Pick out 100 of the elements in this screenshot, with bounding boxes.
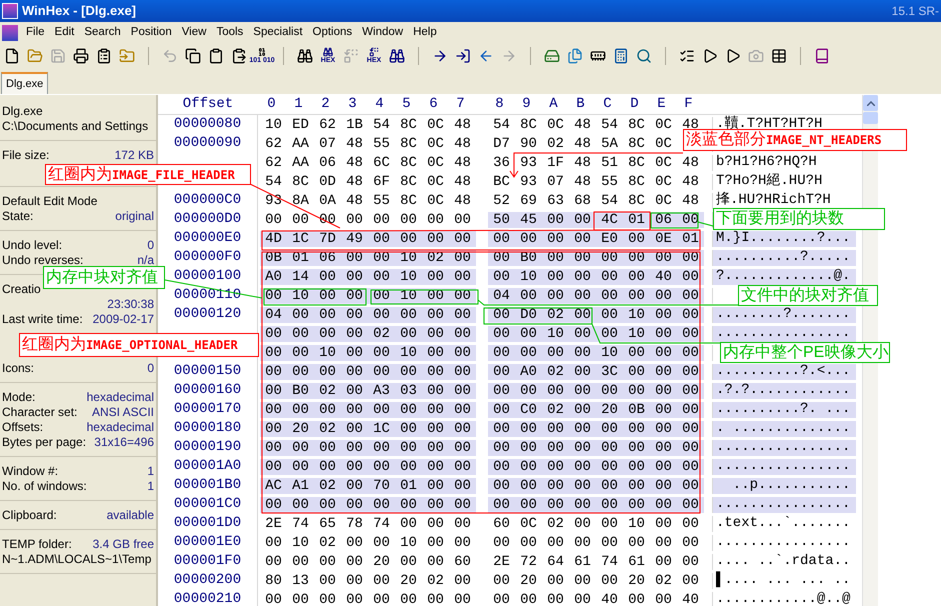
hex-byte: 00 (600, 572, 619, 588)
offset-cell-text: 00000200 (174, 571, 242, 590)
ascii-text: .韇.T?HT?HT?H (716, 114, 822, 132)
hex-byte: 00 (287, 496, 314, 512)
hex-byte: 74 (372, 516, 391, 532)
hex-byte: 61 (627, 554, 646, 570)
ascii-text: ................ (716, 457, 850, 476)
hex-byte: 61 (573, 554, 592, 570)
hex-byte: 00 (515, 496, 542, 512)
menu-item[interactable]: Search (79, 24, 126, 42)
hex-byte: 00 (368, 458, 395, 474)
column-heading: D (629, 95, 640, 114)
hex-byte: 10 (515, 268, 542, 284)
hex-byte: 00 (422, 440, 449, 456)
hex-byte: 48 (453, 192, 472, 208)
hex-byte: 00 (600, 534, 619, 550)
hex-byte: 0E (650, 230, 677, 246)
menu-item[interactable]: Position (126, 24, 177, 42)
menu-item[interactable]: Window (357, 24, 408, 42)
hex-byte: AA (291, 154, 310, 170)
hex-byte: 40 (681, 592, 700, 606)
hex-byte: 00 (515, 344, 542, 360)
scroll-up-button[interactable] (863, 95, 878, 111)
menu-item[interactable]: Tools (211, 24, 248, 42)
menu-item[interactable]: File (21, 24, 50, 42)
hex-byte: 00 (264, 592, 283, 606)
hex-byte: 00 (627, 592, 646, 606)
offset-cell-text: 00000080 (174, 115, 242, 134)
hex-byte: 00 (422, 230, 449, 246)
hex-byte: 00 (623, 230, 650, 246)
menu-item[interactable]: View (176, 24, 212, 42)
hex-byte: 54 (600, 192, 619, 208)
paste-icon (231, 48, 247, 64)
scroll-thumb[interactable] (863, 112, 878, 124)
hex-byte: 8C (627, 116, 646, 132)
hex-byte: 00 (341, 344, 368, 360)
hex-byte: 07 (546, 174, 565, 190)
info-text: Creatio (2, 282, 42, 297)
hex-byte: 00 (488, 268, 515, 284)
hex-byte: 00 (314, 288, 341, 304)
info-text: Dlg.exe (2, 104, 44, 119)
triangle-right-icon (725, 48, 741, 64)
hex-byte: 00 (573, 534, 592, 550)
offset-cell-text: 00000090 (174, 134, 242, 153)
hex-byte: 00 (488, 326, 515, 342)
hex-byte: 00 (422, 402, 449, 418)
hex-byte: 10 (395, 268, 422, 284)
hex-byte: 54 (372, 116, 391, 132)
hex-byte: AC (260, 478, 287, 494)
hex-byte: 1B (345, 116, 364, 132)
file-tab[interactable]: Dlg.exe (1, 72, 48, 94)
offset-cell-text: 00000190 (174, 438, 242, 457)
menu-item[interactable]: Specialist (248, 24, 308, 42)
binoculars-icon (323, 47, 333, 57)
ascii-text: .?.?............ (716, 381, 850, 400)
hex-byte: 00 (314, 458, 341, 474)
hex-byte: 3C (596, 364, 623, 380)
binoculars-icon (389, 48, 405, 64)
hex-byte: 8C (399, 174, 418, 190)
hex-byte: 00 (623, 496, 650, 512)
hex-byte: 00 (654, 516, 673, 532)
hex-byte: 00 (596, 268, 623, 284)
hex-byte: D0 (515, 306, 542, 322)
hex-byte: 74 (291, 516, 310, 532)
menu-item[interactable]: Edit (50, 24, 80, 42)
toolbar-button[interactable] (71, 46, 91, 66)
hex-byte: 00 (368, 268, 395, 284)
menu-item[interactable]: Options (308, 24, 358, 42)
hex-byte: 02 (314, 420, 341, 436)
hex-byte: 00 (627, 534, 646, 550)
hex-byte: 00 (449, 440, 476, 456)
hex-byte: 00 (596, 496, 623, 512)
hex-byte: 00 (542, 458, 569, 474)
hex-byte: 54 (492, 116, 511, 132)
hex-byte: 00 (650, 382, 677, 398)
hex-byte: 2E (264, 516, 283, 532)
hex-byte: 00 (291, 554, 310, 570)
toolbar-button[interactable] (183, 46, 203, 66)
hex-byte: 00 (677, 326, 704, 342)
offset-cell-text: 000000C0 (174, 191, 242, 210)
new-file-icon (4, 48, 20, 64)
hex-byte: E0 (596, 230, 623, 246)
app-icon[interactable] (2, 24, 18, 40)
hex-byte: 00 (596, 458, 623, 474)
ascii-text: ..........?..... (716, 248, 850, 267)
hex-byte: 00 (260, 458, 287, 474)
hex-byte: 00 (569, 344, 596, 360)
hex-byte: 7D (314, 230, 341, 246)
hex-byte: 00 (569, 212, 596, 228)
hex-byte: D7 (492, 136, 511, 152)
hex-byte: 5A (600, 136, 619, 152)
caret-up-icon (866, 100, 874, 106)
hex-byte: 00 (341, 382, 368, 398)
menu-item[interactable]: Help (408, 24, 442, 42)
offset-cell-text: 00000120 (174, 305, 242, 324)
hex-byte: 00 (569, 326, 596, 342)
annotation-label: 红圈内为IMAGE_OPTIONAL_HEADER (19, 333, 259, 357)
hex-byte: 00 (654, 592, 673, 606)
offset-cell-text: 00000150 (174, 362, 242, 381)
hex-byte: 10 (399, 534, 418, 550)
